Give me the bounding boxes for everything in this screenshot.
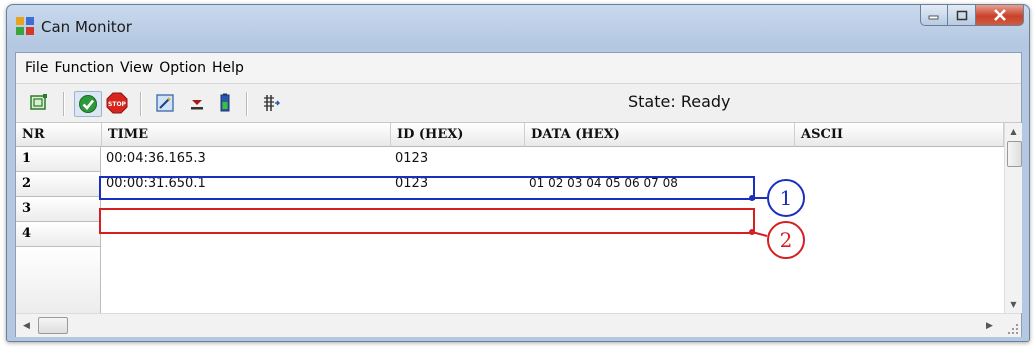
download-icon [191,100,203,110]
toolbar-separator [63,92,65,116]
state-status: State: Ready [628,92,731,111]
cell-id[interactable]: 0123 [391,147,525,172]
window-icon [30,94,47,110]
column-header-id[interactable]: ID (HEX) [391,123,525,147]
minimize-icon [928,15,939,20]
window-tool-button[interactable] [28,92,50,114]
cell-ascii[interactable] [795,222,1004,247]
cell-id[interactable] [391,222,525,247]
cell-ascii[interactable] [795,172,1004,197]
window-controls [920,5,1024,27]
cell-ascii[interactable] [795,197,1004,222]
menu-file[interactable]: File [22,60,51,76]
edit-button[interactable] [154,92,176,114]
row-header-filler [16,247,101,313]
menu-bar: File Function View Option Help [16,53,1021,84]
toolbar: STOP State: Ready [16,84,1021,123]
filter-button[interactable] [260,92,282,114]
row-number[interactable]: 2 [16,172,101,197]
cell-data[interactable] [525,197,795,222]
horizontal-scrollbar[interactable]: ◀ ▶ [16,313,1021,337]
connect-button[interactable] [74,91,102,117]
minimize-button[interactable] [920,5,948,26]
row-number[interactable]: 4 [16,222,101,247]
filter-icon [264,95,280,111]
cell-id[interactable]: 0123 [391,172,525,197]
menu-view[interactable]: View [117,60,156,76]
title-bar[interactable]: Can Monitor [7,5,1029,51]
scroll-up-arrow-icon[interactable]: ▲ [1005,123,1022,140]
cell-data[interactable]: 01 02 03 04 05 06 07 08 [525,172,795,197]
menu-function[interactable]: Function [51,60,117,76]
maximize-button[interactable] [948,5,976,26]
column-header-ascii[interactable]: ASCII [795,123,1004,147]
row-number[interactable]: 1 [16,147,101,172]
edit-icon [156,94,174,112]
download-button[interactable] [186,92,208,114]
message-grid: NR TIME ID (HEX) DATA (HEX) ASCII 1 00:0… [16,123,1022,313]
menu-option[interactable]: Option [156,60,209,76]
can-monitor-app-icon [16,17,34,35]
app-window: Can Monitor File Function View Option He… [6,4,1030,342]
cell-data[interactable] [525,222,795,247]
toolbar-separator [246,92,248,116]
maximize-icon [956,10,967,20]
scroll-right-arrow-icon[interactable]: ▶ [981,317,998,334]
scroll-left-arrow-icon[interactable]: ◀ [18,317,35,334]
scroll-down-arrow-icon[interactable]: ▼ [1005,296,1022,313]
window-title: Can Monitor [41,18,132,36]
cell-time[interactable] [102,197,391,222]
column-header-time[interactable]: TIME [102,123,391,147]
row-number[interactable]: 3 [16,197,101,222]
battery-button[interactable] [214,92,236,114]
column-header-nr[interactable]: NR [16,123,102,147]
resize-grip-icon[interactable] [1007,323,1019,335]
stop-icon: STOP [106,92,128,114]
cell-time[interactable]: 00:00:31.650.1 [102,172,391,197]
cell-id[interactable] [391,197,525,222]
cell-time[interactable]: 00:04:36.165.3 [102,147,391,172]
battery-icon [220,93,230,112]
close-icon [993,9,1006,21]
stop-icon-label: STOP [108,101,127,108]
stop-button[interactable]: STOP [106,92,128,114]
toolbar-separator [140,92,142,116]
vertical-scroll-thumb[interactable] [1007,141,1022,167]
client-area: File Function View Option Help STOP Stat… [15,52,1022,337]
connect-check-icon [79,95,97,113]
vertical-scrollbar[interactable]: ▲ ▼ [1004,123,1022,313]
menu-help[interactable]: Help [209,60,247,76]
close-button[interactable] [976,5,1024,26]
cell-time[interactable] [102,222,391,247]
horizontal-scroll-thumb[interactable] [38,317,68,334]
column-header-data[interactable]: DATA (HEX) [525,123,795,147]
cell-ascii[interactable] [795,147,1004,172]
cell-data[interactable] [525,147,795,172]
